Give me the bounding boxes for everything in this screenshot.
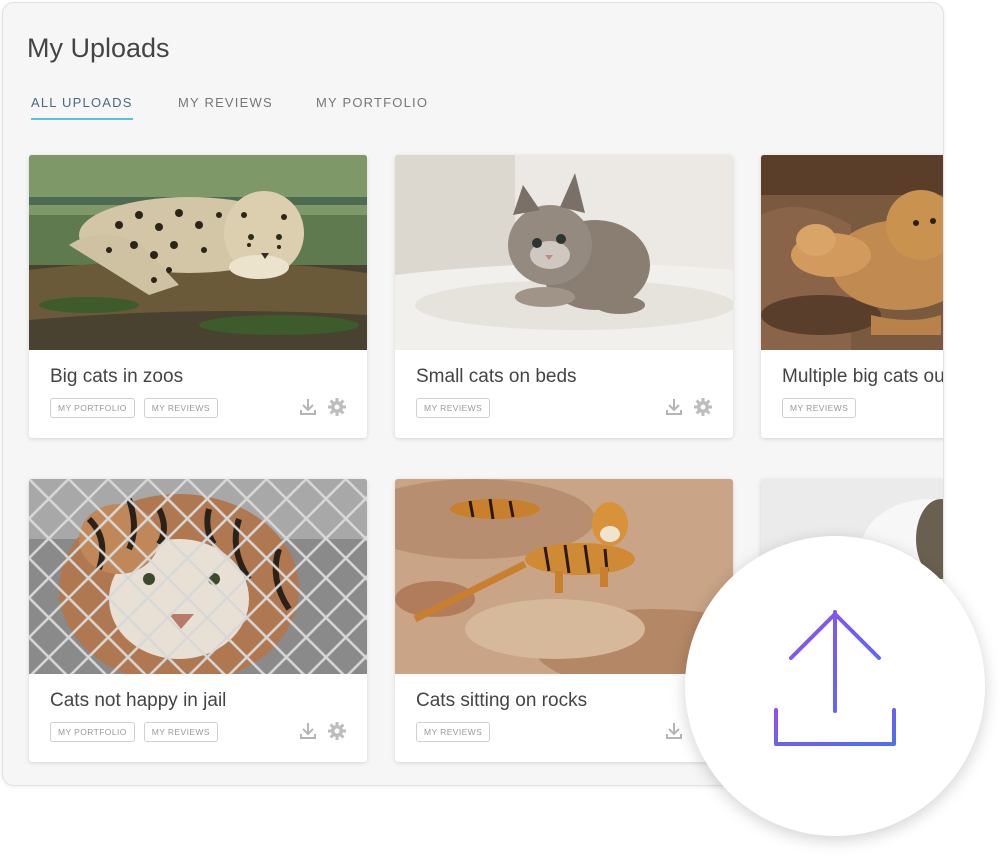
card-title: Cats not happy in jail — [50, 690, 227, 711]
gear-icon[interactable] — [693, 397, 713, 417]
card-actions — [655, 397, 713, 417]
tab-my-portfolio[interactable]: MY PORTFOLIO — [316, 95, 428, 118]
card-thumbnail[interactable] — [29, 155, 367, 350]
gear-icon[interactable] — [327, 721, 347, 741]
upload-card[interactable]: Cats sitting on rocks MY REVIEWS — [395, 479, 733, 762]
tab-my-reviews[interactable]: MY REVIEWS — [178, 95, 273, 118]
tag-my-reviews[interactable]: MY REVIEWS — [782, 398, 857, 418]
tag-list: MY PORTFOLIO MY REVIEWS — [50, 722, 227, 742]
card-title: Small cats on beds — [416, 366, 577, 387]
card-thumbnail[interactable] — [29, 479, 367, 674]
upload-icon — [774, 610, 896, 746]
tag-my-reviews[interactable]: MY REVIEWS — [143, 722, 218, 742]
tag-list: MY REVIEWS — [416, 722, 499, 742]
card-thumbnail[interactable] — [395, 155, 733, 350]
tag-my-portfolio[interactable]: MY PORTFOLIO — [50, 398, 135, 418]
gear-icon[interactable] — [327, 397, 347, 417]
upload-card[interactable]: Cats not happy in jail MY PORTFOLIO MY RE… — [29, 479, 367, 762]
tag-my-portfolio[interactable]: MY PORTFOLIO — [50, 722, 135, 742]
card-thumbnail[interactable] — [761, 155, 943, 350]
upload-card[interactable]: Multiple big cats ou MY REVIEWS — [761, 155, 944, 438]
tag-my-reviews[interactable]: MY REVIEWS — [416, 722, 491, 742]
upload-button[interactable] — [685, 536, 985, 836]
tab-all-uploads[interactable]: ALL UPLOADS — [31, 95, 133, 120]
card-thumbnail[interactable] — [395, 479, 733, 674]
download-icon[interactable] — [664, 721, 684, 741]
tag-my-reviews[interactable]: MY REVIEWS — [143, 398, 218, 418]
card-actions — [289, 721, 347, 741]
upload-card[interactable]: Big cats in zoos MY PORTFOLIO MY REVIEWS — [29, 155, 367, 438]
card-title: Multiple big cats ou — [782, 366, 944, 387]
tag-my-reviews[interactable]: MY REVIEWS — [416, 398, 491, 418]
card-title: Cats sitting on rocks — [416, 690, 588, 711]
page-title: My Uploads — [27, 33, 170, 63]
tag-list: MY REVIEWS — [782, 398, 865, 418]
tag-list: MY REVIEWS — [416, 398, 499, 418]
upload-card[interactable]: Small cats on beds MY REVIEWS — [395, 155, 733, 438]
tag-list: MY PORTFOLIO MY REVIEWS — [50, 398, 227, 418]
download-icon[interactable] — [664, 397, 684, 417]
download-icon[interactable] — [298, 721, 318, 741]
card-actions — [289, 397, 347, 417]
card-title: Big cats in zoos — [50, 366, 184, 387]
download-icon[interactable] — [298, 397, 318, 417]
